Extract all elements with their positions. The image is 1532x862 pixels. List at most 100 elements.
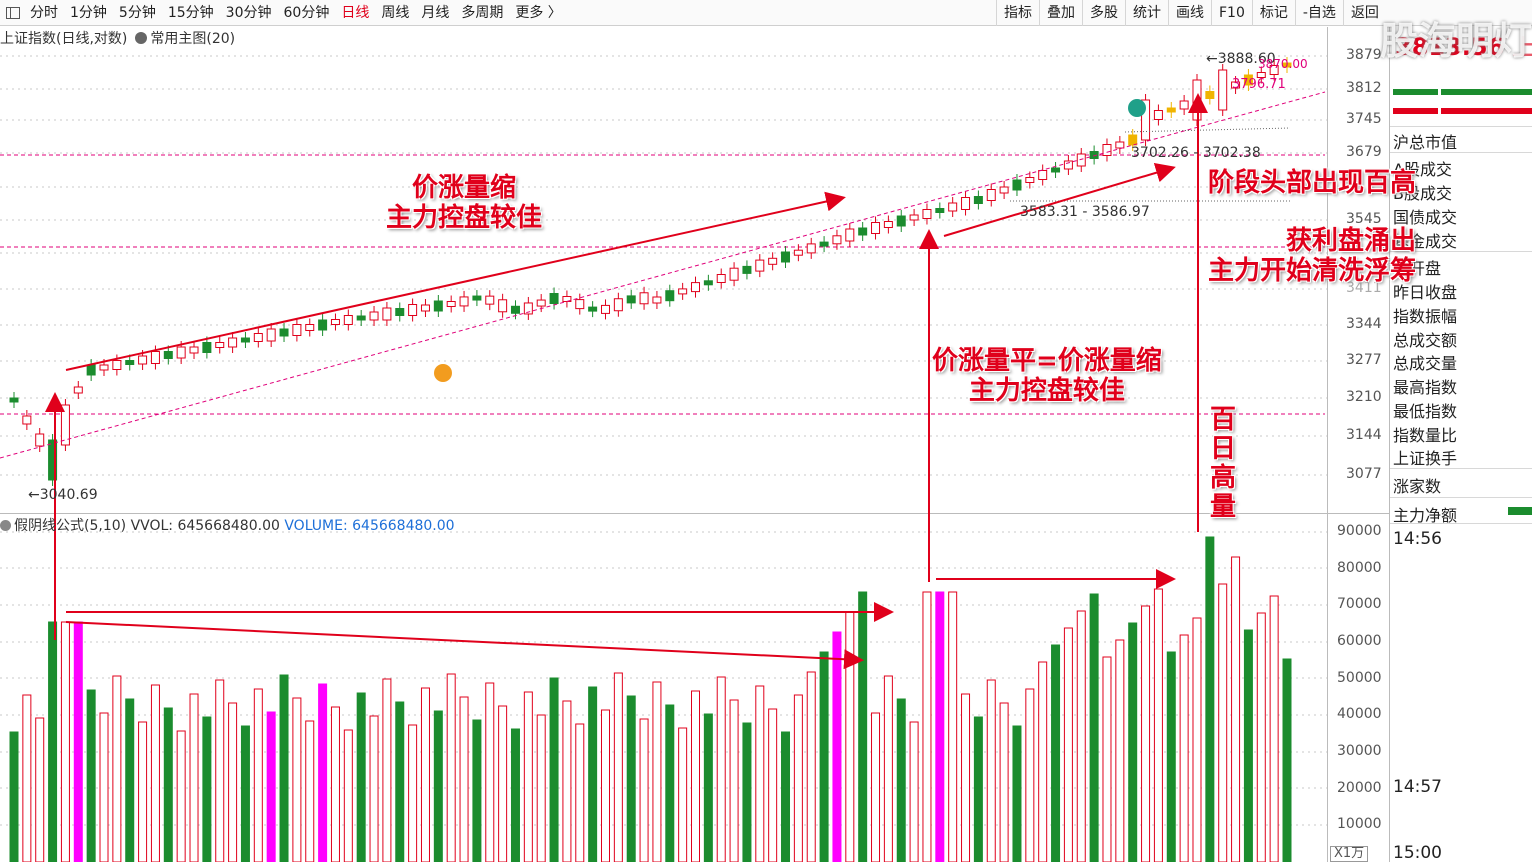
candle-body	[266, 328, 276, 342]
volume-bar	[318, 683, 328, 862]
stat-label: 涨家数	[1393, 477, 1442, 496]
volume-bar	[253, 688, 263, 862]
volume-bar	[305, 720, 315, 862]
volume-bar	[986, 679, 996, 862]
volume-bar	[755, 685, 765, 862]
vol-tick: 30000	[1337, 743, 1382, 759]
candle-body	[99, 364, 109, 371]
candle-body	[485, 295, 495, 305]
volume-bar	[1282, 658, 1292, 862]
volume-bar	[1269, 595, 1279, 862]
candle-body	[22, 415, 32, 425]
candle-body	[768, 257, 778, 265]
volume-bar	[292, 697, 302, 862]
candle-body	[138, 355, 148, 365]
stat-label: 最低指数	[1393, 402, 1458, 421]
volume-bar	[871, 712, 881, 862]
volume-bar	[549, 677, 559, 862]
volume-bar	[48, 621, 58, 862]
candle-body	[1218, 69, 1228, 111]
sell-signal-icon	[1128, 99, 1146, 117]
panel-divider	[1390, 468, 1532, 469]
candle-body	[781, 251, 791, 263]
annotation-line: 主力控盘较佳	[968, 376, 1125, 406]
volume-bar	[86, 689, 96, 862]
volume-bar	[150, 684, 160, 862]
candle-body	[1192, 79, 1202, 121]
candle-body	[678, 288, 688, 295]
volume-bar	[1153, 588, 1163, 862]
candle-body	[510, 305, 520, 314]
volume-bar	[1205, 536, 1215, 862]
annotation-arrow	[65, 621, 864, 670]
buy-signal-icon	[434, 364, 452, 382]
candlesticks	[0, 57, 1326, 486]
volume-bar	[691, 690, 701, 862]
candle-body	[112, 360, 122, 370]
close-mark-note: 3870.00	[1258, 57, 1308, 71]
candle-body	[729, 267, 739, 281]
candle-body	[575, 299, 585, 310]
candle-body	[279, 328, 289, 337]
volume-bar	[523, 691, 533, 862]
indicator-dot-icon	[135, 32, 148, 44]
candle-body	[832, 235, 842, 245]
candle-body	[125, 360, 135, 365]
volume-value: VOLUME: 645668480.00	[284, 518, 455, 534]
candle-body	[883, 221, 893, 228]
candle-body	[1102, 144, 1112, 156]
main-indicator-label[interactable]: 常用主图(20)	[150, 31, 235, 47]
volume-bar	[459, 696, 469, 862]
vol-tick: 20000	[1337, 780, 1382, 796]
volume-formula[interactable]: 假阴线公式(5,10)	[14, 518, 126, 534]
vol-tick: 60000	[1337, 633, 1382, 649]
volume-bar	[1012, 725, 1022, 862]
candle-body	[163, 351, 173, 359]
candle-body	[1012, 179, 1022, 191]
candle-body	[1063, 160, 1073, 170]
volume-bar	[678, 727, 688, 862]
candle-body	[1115, 141, 1125, 149]
volume-bar	[652, 681, 662, 862]
candle-body	[356, 315, 366, 321]
kline-chart[interactable]	[0, 0, 1532, 862]
volume-bar	[1218, 583, 1228, 862]
candle-body	[600, 304, 610, 314]
volume-bar	[575, 723, 585, 862]
candle-body	[150, 351, 160, 364]
volume-bar	[125, 698, 135, 862]
volume-bar	[600, 709, 610, 862]
candle-body	[652, 296, 662, 304]
candle-body	[755, 259, 765, 272]
annotation-line: 价涨量缩	[412, 173, 517, 203]
annotation-profit-taking: 获利盘涌出 主力开始清洗浮筹	[1208, 226, 1416, 286]
volume-bar	[408, 724, 418, 862]
candle-body	[858, 227, 868, 236]
volume-bar	[279, 674, 289, 862]
annotation-line: 主力控盘较佳	[386, 203, 543, 233]
volume-bar	[768, 708, 778, 862]
candle-body	[793, 249, 803, 256]
volume-bar	[1115, 639, 1125, 862]
candle-body	[742, 265, 752, 274]
annotation-100day-volume: 百日高量	[1209, 405, 1236, 522]
panel-bar-red	[1393, 108, 1438, 114]
panel-divider	[1390, 523, 1532, 524]
y-tick: 3812	[1346, 80, 1382, 96]
vol-tick: 90000	[1337, 523, 1382, 539]
volume-bar	[215, 679, 225, 862]
volume-bar	[536, 714, 546, 862]
candle-body	[588, 306, 598, 312]
volume-bar	[330, 706, 340, 862]
volume-bar	[472, 719, 482, 862]
volume-bar	[1192, 617, 1202, 862]
mid-level-note: 3796.71	[1232, 77, 1286, 92]
volume-bar	[228, 702, 238, 862]
volume-bar	[742, 722, 752, 862]
volume-bar	[343, 729, 353, 862]
volume-bar	[1231, 556, 1241, 862]
candle-body	[1205, 91, 1215, 99]
candle-body	[228, 337, 238, 348]
stat-label: 指数量比	[1393, 426, 1458, 445]
annotation-line: 获利盘涌出	[1286, 226, 1417, 256]
